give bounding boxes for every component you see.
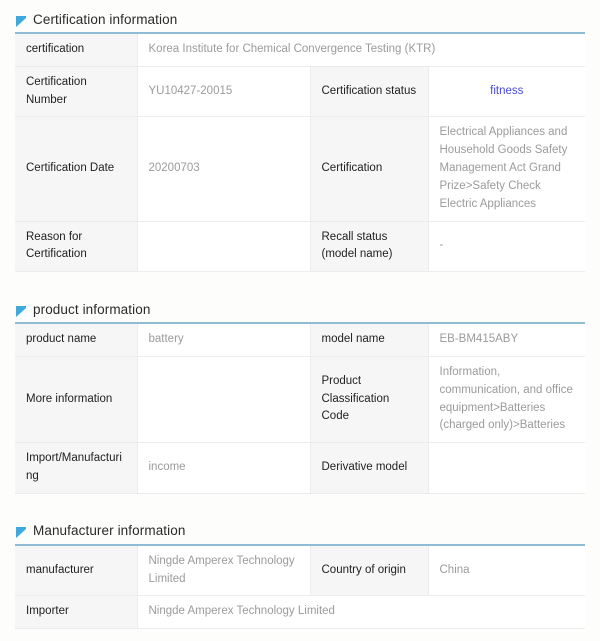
table-row: Certification Number YU10427-20015 Certifi… (15, 66, 585, 118)
section-header-manufacturer-information: Manufacturer information (0, 518, 600, 544)
field-label: Certification status (310, 66, 429, 118)
field-label: certification (15, 33, 138, 67)
field-value: Information, communication, and office e… (428, 356, 585, 444)
table-product-information: product name battery model name EB-BM415ABY… (15, 322, 585, 494)
field-value: Korea Institute for Chemical Convergence… (137, 33, 585, 67)
section-certification-information: Certification information certification Ko… (0, 6, 600, 296)
section-header-product-information: product information (0, 296, 600, 322)
table-manufacturer-information: manufacturer Ningde Amperex Technology Li… (15, 543, 585, 630)
table-row: certification Korea Institute for Chemica… (15, 33, 585, 67)
table-row: manufacturer Ningde Amperex Technology Li… (15, 544, 585, 597)
section-title: Manufacturer information (33, 523, 186, 539)
field-value: - (428, 221, 585, 273)
section-title: product information (33, 301, 151, 317)
flag-marker-icon (16, 14, 26, 27)
flag-marker-icon (16, 525, 26, 539)
field-label: manufacturer (15, 544, 138, 597)
field-value: YU10427-20015 (137, 66, 311, 118)
field-value: Ningde Amperex Technology Limited (137, 544, 311, 597)
field-value: EB-BM415ABY (428, 323, 585, 357)
field-label: Importer (15, 595, 138, 630)
field-label: model name (310, 323, 429, 357)
field-value: 20200703 (137, 116, 311, 222)
field-label: Reason for Certification (15, 221, 138, 273)
table-row: Importer Ningde Amperex Technology Limite… (15, 595, 585, 630)
sections-container: Certification information certification Ko… (0, 6, 600, 641)
field-label: Recall status (model name) (310, 221, 429, 273)
section-title: Certification information (33, 11, 178, 27)
table-row: Reason for Certification Recall status (m… (15, 221, 585, 273)
flag-marker-icon (16, 304, 26, 317)
table-row: Certification Date 20200703 Certification E… (15, 116, 585, 222)
field-value: China (428, 544, 585, 597)
field-label: More information (15, 356, 138, 444)
table-row: More information Product Classification C… (15, 356, 585, 444)
field-value: battery (137, 323, 311, 357)
field-value: income (137, 442, 311, 494)
field-label: product name (15, 323, 138, 357)
section-header-certification-information: Certification information (0, 6, 600, 32)
field-label: Certification Date (15, 116, 138, 222)
field-value (137, 221, 311, 273)
section-manufacturer-information: Manufacturer information manufacturer Ning… (0, 518, 600, 641)
field-label: Certification Number (15, 66, 138, 118)
status-badge[interactable]: fitness (428, 66, 585, 118)
field-value (137, 356, 311, 444)
section-product-information: product information product name battery mo… (0, 296, 600, 518)
field-label: Product Classification Code (310, 356, 429, 444)
field-label: Country of origin (310, 544, 429, 597)
table-certification-information: certification Korea Institute for Chemica… (15, 32, 585, 273)
field-value: Ningde Amperex Technology Limited (137, 595, 585, 630)
table-row: product name battery model name EB-BM415ABY (15, 323, 585, 357)
field-label: Derivative model (310, 442, 429, 494)
field-label: Certification (310, 116, 429, 222)
field-value (428, 442, 585, 494)
certification-detail-page: Certification information certification Ko… (0, 0, 600, 630)
field-value: Electrical Appliances and Household Good… (428, 116, 585, 222)
table-row: Import/Manufacturing income Derivative mod… (15, 442, 585, 494)
field-label: Import/Manufacturing (15, 442, 138, 494)
